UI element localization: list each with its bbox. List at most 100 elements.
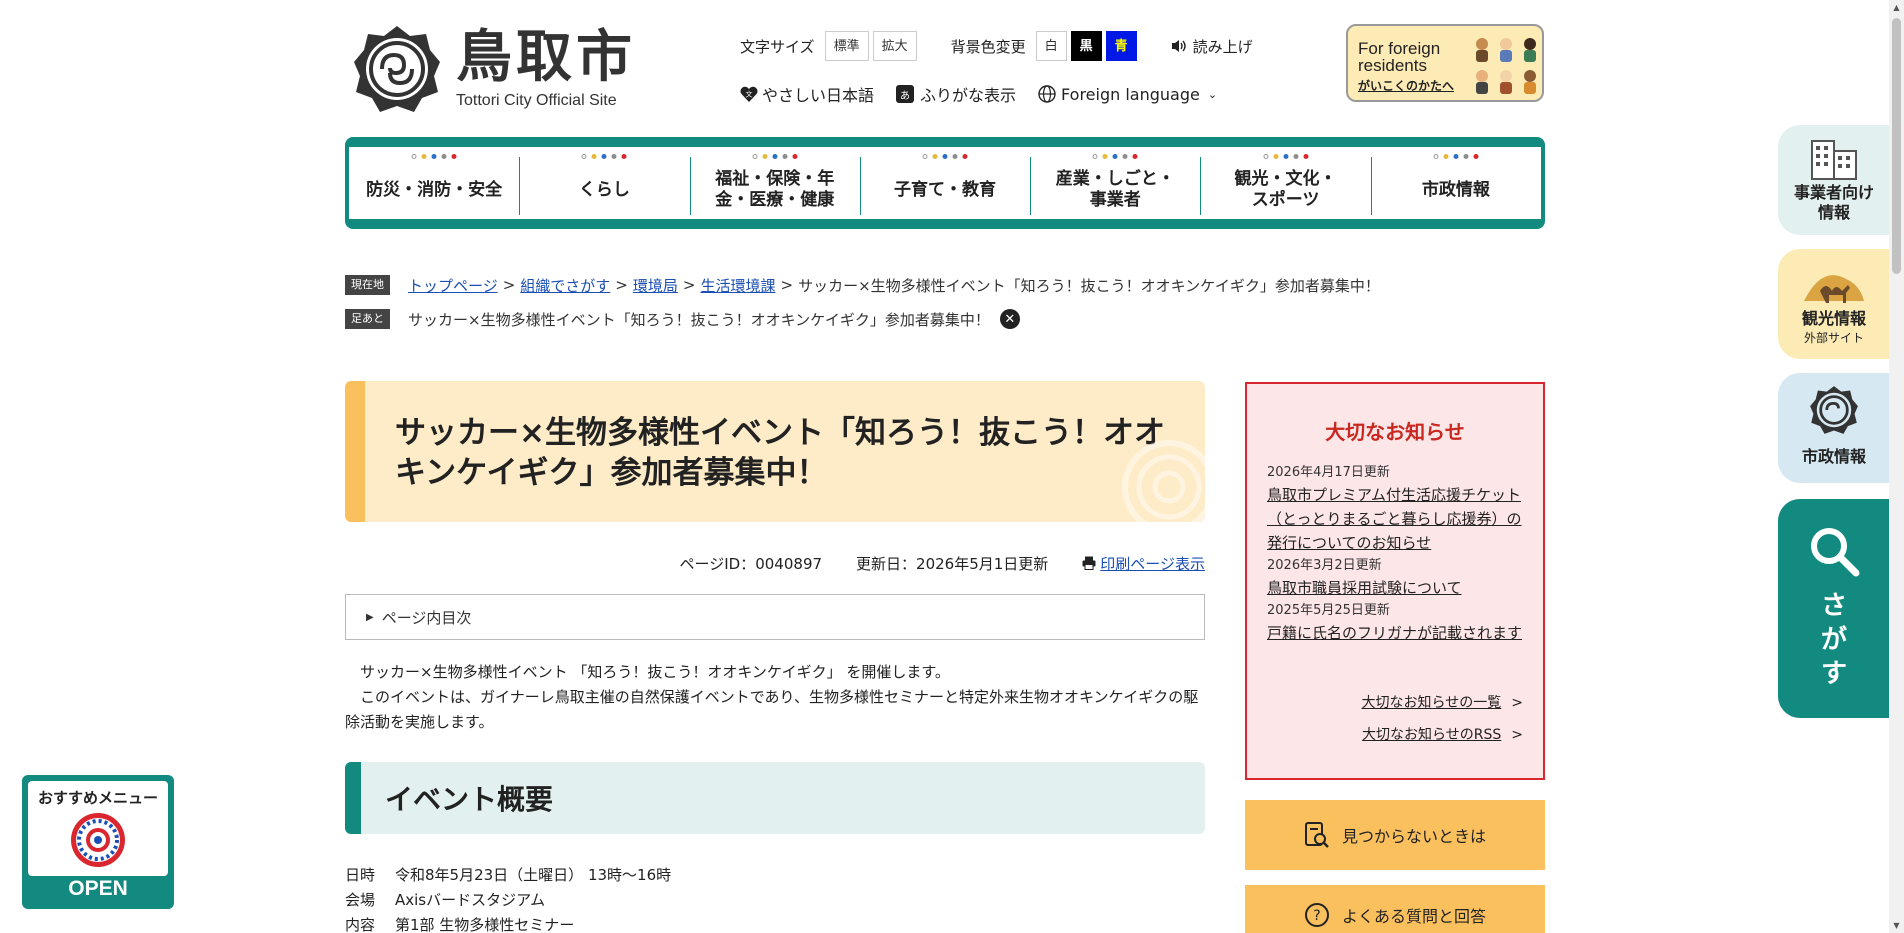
scroll-up-arrow-icon[interactable]: ▲ — [1889, 0, 1904, 15]
notice-heading: 大切なお知らせ — [1325, 420, 1465, 444]
city-emblem-icon — [1810, 386, 1858, 434]
history-tag: 足あと — [345, 309, 390, 329]
breadcrumb-current: サッカー×生物多様性イベント「知ろう！抜こう！オオキンケイギク」参加者募集中！ — [798, 276, 1380, 295]
recommend-menu-card: おすすめメニュー — [28, 781, 168, 876]
site-logo[interactable]: 鳥取市 Tottori City Official Site — [352, 24, 636, 114]
bg-color-label: 背景色変更 — [950, 37, 1026, 56]
scrollbar-thumb[interactable] — [1892, 18, 1901, 274]
furigana-link[interactable]: あ ふりがな表示 — [896, 82, 1016, 106]
notice-rss-more[interactable]: 大切なお知らせのRSS > — [1362, 726, 1523, 744]
notice-link[interactable]: 戸籍に氏名のフリガナが記載されます — [1267, 621, 1525, 645]
nav-tourism-culture[interactable]: 観光・文化・スポーツ — [1200, 147, 1370, 219]
nav-dot — [932, 154, 938, 159]
notice-link[interactable]: 鳥取市プレミアム付生活応援チケット（とっとりまるごと暮らし応援券）の発行について… — [1267, 483, 1525, 555]
foreign-language-dropdown[interactable]: Foreign language ⌄ — [1038, 85, 1217, 104]
nav-dot — [762, 154, 768, 159]
recommend-open-label: OPEN — [68, 877, 128, 900]
nav-dot — [1443, 154, 1449, 159]
faq-button[interactable]: ? よくある質問と回答 — [1245, 885, 1545, 933]
search-rail-button[interactable]: さがす — [1778, 499, 1890, 718]
breadcrumb-link-organization[interactable]: 組織でさがす — [520, 275, 610, 296]
notice-date: 2026年4月17日更新 — [1267, 465, 1390, 480]
detail-value: Axisバードスタジアム — [395, 891, 546, 909]
nav-dot — [431, 154, 437, 159]
rail-tourism-label: 観光情報 — [1801, 309, 1866, 328]
nav-childcare-education[interactable]: 子育て・教育 — [859, 147, 1030, 219]
rail-city-label: 市政情報 — [1801, 447, 1866, 466]
read-aloud-label: 読み上げ — [1192, 37, 1253, 56]
close-icon[interactable]: ✕ — [999, 309, 1020, 329]
updated-date: 更新日：2026年5月1日更新 — [856, 554, 1049, 573]
globe-icon — [1038, 85, 1056, 103]
nav-city-info[interactable]: 市政情報 — [1370, 147, 1541, 219]
building-icon — [1811, 140, 1857, 180]
foreign-banner-line2: residents — [1358, 56, 1427, 75]
notice-link[interactable]: 鳥取市職員採用試験について — [1267, 576, 1525, 600]
notice-list-more[interactable]: 大切なお知らせの一覧 > — [1362, 694, 1523, 712]
notice-date: 2025年5月25日更新 — [1267, 603, 1390, 618]
nav-disaster-safety[interactable]: 防災・消防・安全 — [349, 147, 519, 219]
breadcrumb: 現在地 トップページ > 組織でさがす > 環境局 > 生活環境課 > サッカー×生物多… — [345, 275, 1380, 295]
text-size-normal-button[interactable]: 標準 — [824, 31, 869, 61]
city-emblem-icon — [354, 26, 440, 112]
recommend-menu-label: おすすめメニュー — [37, 789, 158, 807]
page-meta: ページID：0040897 更新日：2026年5月1日更新 印刷ページ表示 — [345, 553, 1205, 573]
detail-value: 第1部 生物多様性セミナー — [395, 916, 575, 933]
people-illustration-icon — [1476, 38, 1536, 94]
easy-japanese-link[interactable]: 文 やさしい日本語 — [740, 82, 874, 106]
notice-list-link[interactable]: 大切なお知らせの一覧 — [1362, 694, 1502, 712]
toc-label: ページ内目次 — [381, 608, 472, 627]
breadcrumb-link-living-environment[interactable]: 生活環境課 — [700, 275, 775, 296]
nav-welfare-health[interactable]: 福祉・保険・年金・医療・健康 — [689, 147, 860, 219]
history-trail: 足あと サッカー×生物多様性イベント「知ろう！抜こう！オオキンケイギク」参加者募… — [345, 309, 1020, 329]
nav-label: 子育て・教育 — [893, 179, 996, 200]
detail-value: 令和8年5月23日（土曜日） 13時～16時 — [395, 866, 672, 884]
rail-tourism-sub: 外部サイト — [1803, 331, 1864, 345]
nav-industry-jobs[interactable]: 産業・しごと・事業者 — [1030, 147, 1200, 219]
history-item[interactable]: サッカー×生物多様性イベント「知ろう！抜こう！オオキンケイギク」参加者募集中！ — [408, 309, 990, 330]
nav-dot — [421, 154, 427, 159]
notice-list: 2026年4月17日更新 鳥取市プレミアム付生活応援チケット（とっとりまるごと暮… — [1267, 462, 1525, 645]
breadcrumb-link-environment-bureau[interactable]: 環境局 — [633, 275, 678, 296]
faq-label: よくある質問と回答 — [1341, 907, 1486, 926]
bg-black-button[interactable]: 黒 — [1070, 31, 1102, 61]
breadcrumb-link-top[interactable]: トップページ — [408, 275, 498, 296]
nav-dot — [1112, 154, 1118, 159]
page-toc-toggle[interactable]: ▶ ページ内目次 — [345, 594, 1205, 640]
print-link[interactable]: 印刷ページ表示 — [1082, 553, 1205, 574]
nav-dot — [1092, 154, 1098, 159]
read-aloud-button[interactable]: 読み上げ — [1171, 36, 1253, 57]
rail-tourism-info[interactable]: 観光情報 外部サイト — [1778, 249, 1890, 359]
nav-dot — [1433, 154, 1439, 159]
intro-paragraph: このイベントは、ガイナーレ鳥取主催の自然保護イベントであり、生物多様性セミナーと… — [345, 688, 1199, 731]
nav-living[interactable]: くらし — [519, 147, 689, 219]
foreign-residents-banner[interactable]: For foreign residents がいこくのかたへ — [1346, 24, 1544, 102]
notice-rss-link[interactable]: 大切なお知らせのRSS — [1362, 726, 1501, 744]
recommend-menu-button[interactable]: おすすめメニュー OPEN — [22, 775, 174, 909]
bg-white-button[interactable]: 白 — [1035, 31, 1067, 61]
page-title-box: サッカー×生物多様性イベント「知ろう！抜こう！オオキンケイギク」参加者募集中！ — [345, 381, 1205, 522]
print-label[interactable]: 印刷ページ表示 — [1100, 553, 1205, 574]
nav-label: くらし — [578, 179, 630, 200]
nav-dot — [1273, 154, 1279, 159]
global-navigation: 防災・消防・安全 くらし 福祉・保険・年金・医療・健康 子育て・教育 産業・しご… — [345, 137, 1545, 229]
logo-title: 鳥取市 — [456, 25, 636, 90]
svg-text:文: 文 — [746, 89, 753, 98]
intro-paragraph: サッカー×生物多様性イベント 「知ろう！抜こう！オオキンケイギク」 を開催します… — [360, 663, 950, 681]
not-found-button[interactable]: 見つからないときは — [1245, 800, 1545, 870]
important-notice-panel: 大切なお知らせ 2026年4月17日更新 鳥取市プレミアム付生活応援チケット（と… — [1245, 382, 1545, 780]
bg-blue-button[interactable]: 青 — [1105, 31, 1137, 61]
text-size-large-button[interactable]: 拡大 — [872, 31, 917, 61]
nav-dot — [792, 154, 798, 159]
rail-city-info[interactable]: 市政情報 — [1778, 373, 1890, 483]
furigana-icon: あ — [896, 85, 915, 103]
nav-dot — [1102, 154, 1108, 159]
nav-dot — [952, 154, 958, 159]
nav-dot — [772, 154, 778, 159]
nav-label: 福祉・保険・年金・医療・健康 — [715, 169, 835, 210]
question-icon: ? — [1304, 903, 1329, 927]
scroll-down-arrow-icon[interactable]: ▼ — [1889, 918, 1904, 933]
nav-dot — [1303, 154, 1309, 159]
rail-business-info[interactable]: 事業者向け情報 — [1778, 125, 1890, 235]
detail-key: 日時 — [345, 866, 376, 884]
